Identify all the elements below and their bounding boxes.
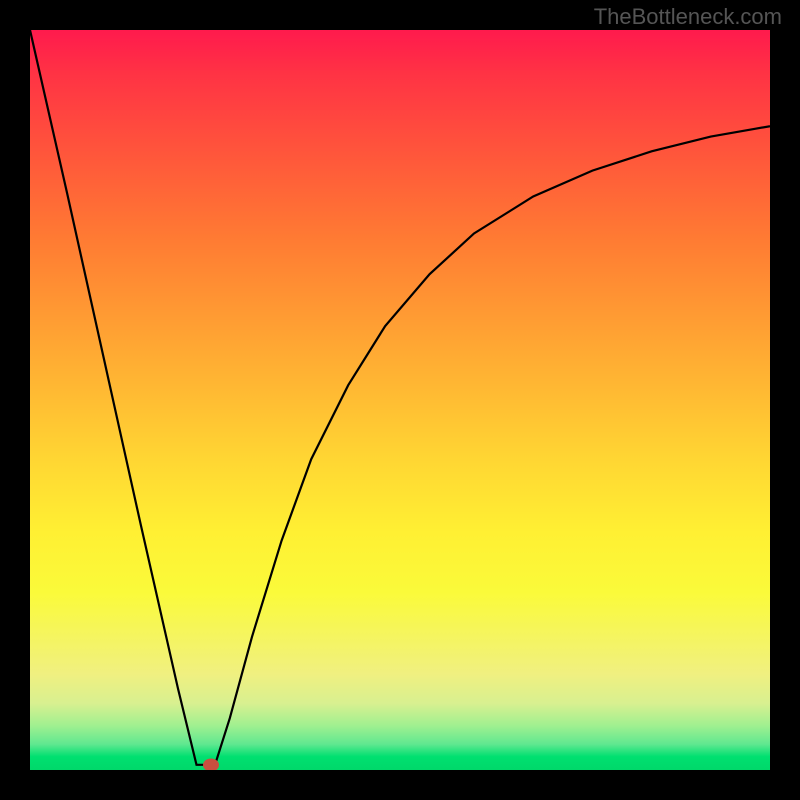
chart-plot-area bbox=[30, 30, 770, 770]
chart-curve-svg bbox=[30, 30, 770, 770]
watermark-text: TheBottleneck.com bbox=[594, 4, 782, 30]
optimal-point-marker bbox=[203, 758, 219, 770]
bottleneck-curve bbox=[30, 30, 770, 765]
